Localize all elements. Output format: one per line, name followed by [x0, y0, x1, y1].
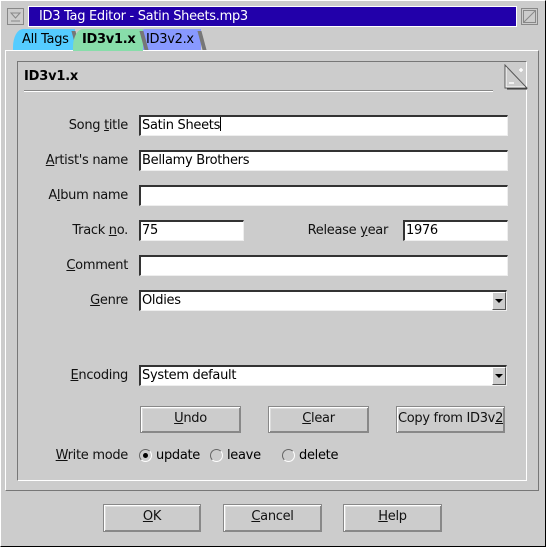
track-no-input[interactable]: 75: [139, 220, 244, 241]
genre-dropdown-button[interactable]: [492, 292, 506, 310]
maximize-button[interactable]: [521, 8, 538, 25]
write-mode-label: Write mode: [55, 448, 129, 463]
album-name-label: Album name: [48, 188, 128, 203]
tab-panel: ID3v1.x Song title Satin Sheets Artist's…: [5, 50, 539, 491]
window-menu-button[interactable]: [7, 8, 24, 25]
tab-all-tags[interactable]: All Tags: [13, 29, 75, 50]
comment-label: Comment: [66, 258, 128, 273]
chevron-down-icon: [495, 373, 503, 378]
release-year-input[interactable]: 1976: [403, 220, 508, 241]
write-mode-leave-radio[interactable]: leave: [210, 448, 261, 463]
radio-label: leave: [227, 448, 261, 463]
radio-label: delete: [299, 448, 339, 463]
album-name-input[interactable]: [139, 185, 508, 206]
encoding-label: Encoding: [70, 368, 128, 383]
tab-id3v1[interactable]: ID3v1.x: [73, 29, 143, 51]
cancel-button[interactable]: Cancel: [223, 504, 322, 532]
zoom-corner-icon[interactable]: [504, 64, 528, 90]
window-title: ID3 Tag Editor - Satin Sheets.mp3: [28, 6, 517, 27]
radio-selected-icon: [139, 449, 152, 462]
id3v1-panel: ID3v1.x Song title Satin Sheets Artist's…: [17, 61, 528, 481]
id3-tag-editor-window: ID3 Tag Editor - Satin Sheets.mp3 All Ta…: [0, 0, 546, 547]
artist-name-input[interactable]: Bellamy Brothers: [139, 150, 508, 171]
release-year-label: Release year: [307, 223, 389, 238]
section-divider: [24, 90, 493, 92]
genre-label: Genre: [90, 293, 128, 308]
radio-unselected-icon: [282, 449, 295, 462]
song-title-input[interactable]: Satin Sheets: [139, 115, 508, 136]
artist-name-label: Artist's name: [45, 153, 129, 168]
encoding-select[interactable]: System default: [139, 365, 507, 386]
text-cursor: [220, 117, 222, 131]
song-title-label: Song title: [68, 118, 129, 133]
undo-button[interactable]: Undo: [140, 406, 241, 433]
genre-select[interactable]: Oldies: [139, 290, 507, 311]
track-no-label: Track no.: [72, 223, 128, 238]
section-title: ID3v1.x: [24, 69, 79, 84]
copy-from-id3v2-button[interactable]: Copy from ID3v2: [396, 406, 505, 433]
write-mode-delete-radio[interactable]: delete: [282, 448, 338, 463]
comment-input[interactable]: [139, 255, 508, 276]
radio-unselected-icon: [210, 449, 223, 462]
chevron-down-icon: [495, 298, 503, 303]
ok-button[interactable]: OK: [103, 504, 201, 532]
write-mode-update-radio[interactable]: update: [139, 448, 200, 463]
help-button[interactable]: Help: [343, 504, 442, 532]
radio-label: update: [156, 448, 201, 463]
window-menu-icon: [9, 12, 22, 22]
maximize-icon: [523, 10, 536, 23]
clear-button[interactable]: Clear: [268, 406, 369, 433]
encoding-dropdown-button[interactable]: [492, 367, 506, 385]
